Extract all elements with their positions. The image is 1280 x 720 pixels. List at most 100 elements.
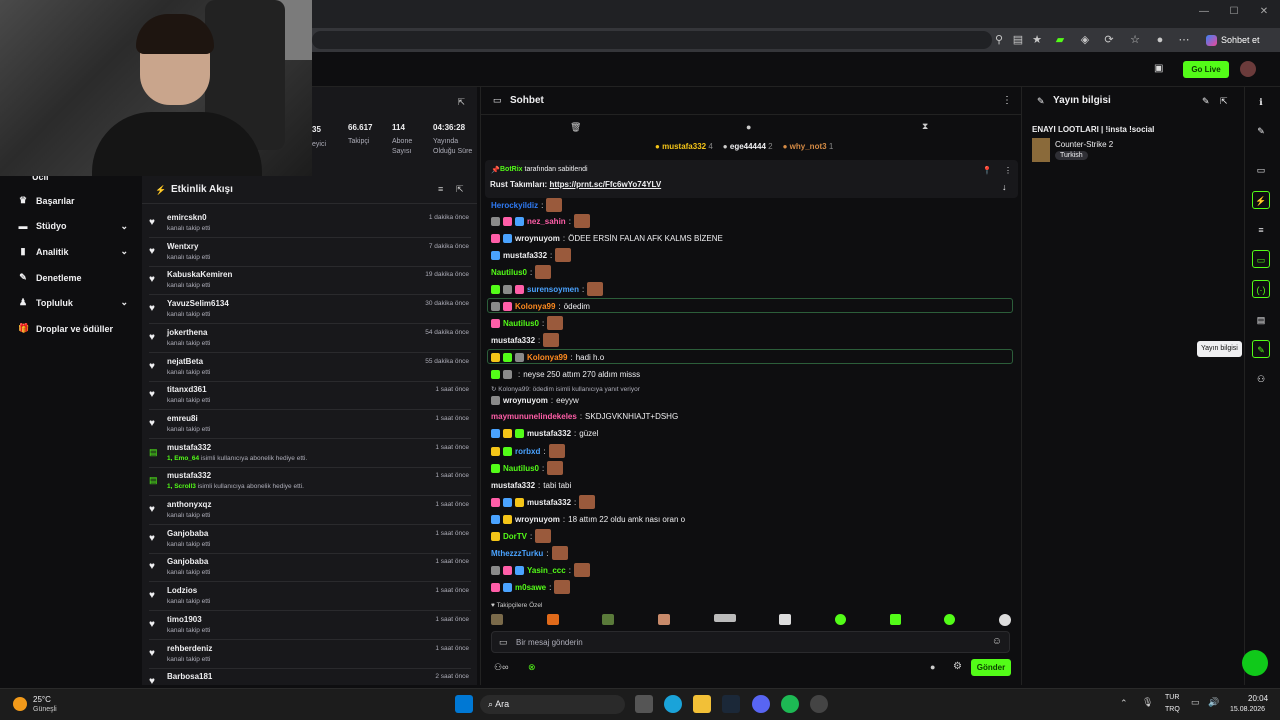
extension-icon[interactable]: ▰ (1053, 33, 1067, 47)
game-name[interactable]: Counter-Strike 2 (1055, 140, 1113, 149)
close-icon[interactable]: ✕ (1254, 6, 1274, 20)
refresh-icon[interactable]: ⟳ (1102, 33, 1116, 47)
activity-username[interactable]: rehberdeniz (167, 644, 212, 653)
address-bar[interactable] (312, 31, 992, 49)
activity-row[interactable]: ♥ nejatBeta kanalı takip etti 55 dakika önc… (149, 354, 471, 382)
popout-icon[interactable]: ⇱ (456, 184, 464, 195)
activity-row[interactable]: ♥ anthonyxqz kanalı takip etti 1 saat önce (149, 497, 471, 525)
emote-icon[interactable] (602, 614, 615, 625)
obs-icon[interactable] (810, 695, 828, 713)
chat-message[interactable]: maymununelindekeles: SKDJGVKNHIAJT+DSHG (491, 408, 678, 424)
chat-message[interactable]: mustafa332: (491, 332, 560, 348)
chat-message[interactable]: Nautilus0: (491, 264, 552, 280)
activity-username[interactable]: nejatBeta (167, 357, 203, 366)
activity-row[interactable]: ♥ jokerthena kanalı takip etti 54 dakika ön… (149, 325, 471, 353)
chat-message[interactable]: Herockyildiz: (491, 197, 563, 213)
activity-username[interactable]: mustafa332 (167, 471, 211, 480)
emoji-icon[interactable]: ☺ (992, 636, 1002, 647)
chat-message[interactable]: mustafa332: (491, 247, 572, 263)
chat-message[interactable]: rorbxd: (491, 443, 565, 459)
chat-username[interactable]: mustafa332 (527, 429, 571, 438)
kick-icon[interactable]: ⊗ (528, 662, 536, 673)
activity-username[interactable]: mustafa332 (167, 443, 211, 452)
activity-username[interactable]: Ganjobaba (167, 557, 208, 566)
folder-icon[interactable] (693, 695, 711, 713)
chat-message[interactable]: m0sawe: (491, 579, 571, 595)
more-icon[interactable]: ⋯ (1177, 33, 1191, 47)
taskbar-search[interactable]: ⌕ Ara (480, 695, 625, 714)
camera-icon[interactable]: ▭ (1252, 161, 1270, 179)
copilot-chat-button[interactable]: Sohbet et (1200, 31, 1266, 49)
profile-icon[interactable]: ● (1153, 33, 1167, 47)
activity-username[interactable]: YavuzSelim6134 (167, 299, 229, 308)
activity-row[interactable]: ▤ mustafa332 1, Scroll3 isimli kullanıcıya… (149, 468, 471, 497)
chat-mode-icon[interactable]: ● (746, 122, 751, 132)
activity-row[interactable]: ♥ rehberdeniz kanalı takip etti 1 saat önce (149, 641, 471, 669)
microphone-icon[interactable]: 🎙 (1142, 697, 1153, 708)
sidebar-item-moderation[interactable]: ✎ Denetleme (18, 272, 128, 283)
extension-2-icon[interactable]: ◈ (1078, 33, 1092, 47)
chat-message[interactable]: mustafa332: (491, 494, 596, 510)
activity-username[interactable]: emreu8i (167, 414, 198, 423)
chat-username[interactable]: wroynuyom (515, 515, 560, 524)
edge-icon[interactable] (664, 695, 682, 713)
sidebar-item-studio[interactable]: ▬ Stüdyo ⌄ (18, 221, 129, 232)
weather-temp[interactable]: 25°C (33, 695, 51, 704)
activity-row[interactable]: ♥ emircskn0 kanalı takip etti 1 dakika önce (149, 210, 471, 238)
emote-icon[interactable] (657, 614, 670, 625)
activity-row[interactable]: ♥ Ganjobaba kanalı takip etti 1 saat önce (149, 526, 471, 554)
more-vertical-icon[interactable]: ⋮ (1004, 166, 1012, 175)
steam-icon[interactable] (722, 695, 740, 713)
chat-username[interactable]: Nautilus0 (503, 319, 539, 328)
pinned-link[interactable]: https://prnt.sc/Ffc6wYo74YLV (549, 180, 661, 189)
chat-message[interactable]: wroynuyom:18 attım 22 oldu amk nası oran… (491, 511, 685, 527)
chevron-up-icon[interactable]: ⌃ (1120, 698, 1128, 709)
top-gifter-3[interactable]: ● why_not3 1 (783, 142, 834, 151)
chat-message[interactable]: Kolonya99: ödedim (491, 298, 590, 314)
activity-username[interactable]: Lodzios (167, 586, 197, 595)
slow-mode-icon[interactable]: ⧗ (922, 121, 928, 132)
activity-row[interactable]: ♥ titanxd361 kanalı takip etti 1 saat önce (149, 382, 471, 411)
chat-bubble-icon[interactable]: ● (930, 662, 935, 672)
chat-message[interactable]: Kolonya99: hadi h.o (491, 349, 604, 365)
chat-username[interactable]: surensoymen (527, 285, 579, 294)
activity-row[interactable]: ♥ timo1903 kanalı takip etti 1 saat önce (149, 612, 471, 640)
chat-icon[interactable]: ▭ (1252, 250, 1270, 268)
activity-username[interactable]: Ganjobaba (167, 529, 208, 538)
chat-username[interactable]: Nautilus0 (491, 268, 527, 277)
lightning-icon[interactable]: ⚡ (1252, 191, 1270, 209)
chat-message[interactable]: Nautilus0: (491, 460, 564, 476)
list-icon[interactable]: ≡ (1252, 221, 1270, 239)
activity-username[interactable]: Barbosa181 (167, 672, 212, 681)
spotify-icon[interactable] (781, 695, 799, 713)
chat-username[interactable]: DorTV (503, 532, 527, 541)
chat-message[interactable]: mustafa332: tabi tabi (491, 477, 571, 493)
more-vertical-icon[interactable]: ⋮ (1002, 95, 1012, 106)
avatar[interactable] (1240, 61, 1256, 77)
chat-message[interactable]: MthezzzTurku: (491, 545, 568, 561)
activity-row[interactable]: ▤ mustafa332 1, Emo_64 isimli kullanıcıya … (149, 440, 471, 468)
emote-icon[interactable] (546, 614, 559, 625)
activity-username[interactable]: jokerthena (167, 328, 207, 337)
chat-username[interactable]: mustafa332 (503, 251, 547, 260)
users-icon[interactable]: ⚇ (1252, 370, 1270, 388)
sun-icon[interactable] (13, 697, 27, 711)
chat-input[interactable]: ▭ Bir mesaj gönderin ☺ (491, 631, 1010, 653)
activity-row[interactable]: ♥ Lodzios kanalı takip etti 1 saat önce (149, 583, 471, 612)
sidebar-item-analytics[interactable]: ▮ Analitik ⌄ (18, 246, 128, 257)
activity-username[interactable]: titanxd361 (167, 385, 207, 394)
chat-username[interactable]: Kolonya99 (515, 302, 555, 311)
chat-message[interactable]: mustafa332: güzel (491, 425, 598, 441)
info-icon[interactable]: ℹ (1252, 93, 1270, 111)
minimize-icon[interactable]: — (1194, 6, 1214, 20)
edit-icon[interactable]: ✎ (1252, 122, 1270, 140)
emote-icon[interactable] (944, 614, 956, 625)
chat-message[interactable]: wroynuyom: ÖDEE ERSİN FALAN AFK KALMS BİZ… (491, 230, 723, 246)
language-tag[interactable]: Turkish (1055, 151, 1088, 160)
zoom-icon[interactable]: ⚲ (992, 33, 1006, 47)
brackets-icon[interactable]: (·) (1252, 280, 1270, 298)
activity-username[interactable]: KabuskaKemiren (167, 270, 232, 279)
users-icon[interactable]: ⚇∞ (494, 662, 508, 673)
top-gifter-2[interactable]: ● ege44444 2 (723, 142, 773, 151)
clock-time[interactable]: 20:04 (1248, 694, 1268, 703)
